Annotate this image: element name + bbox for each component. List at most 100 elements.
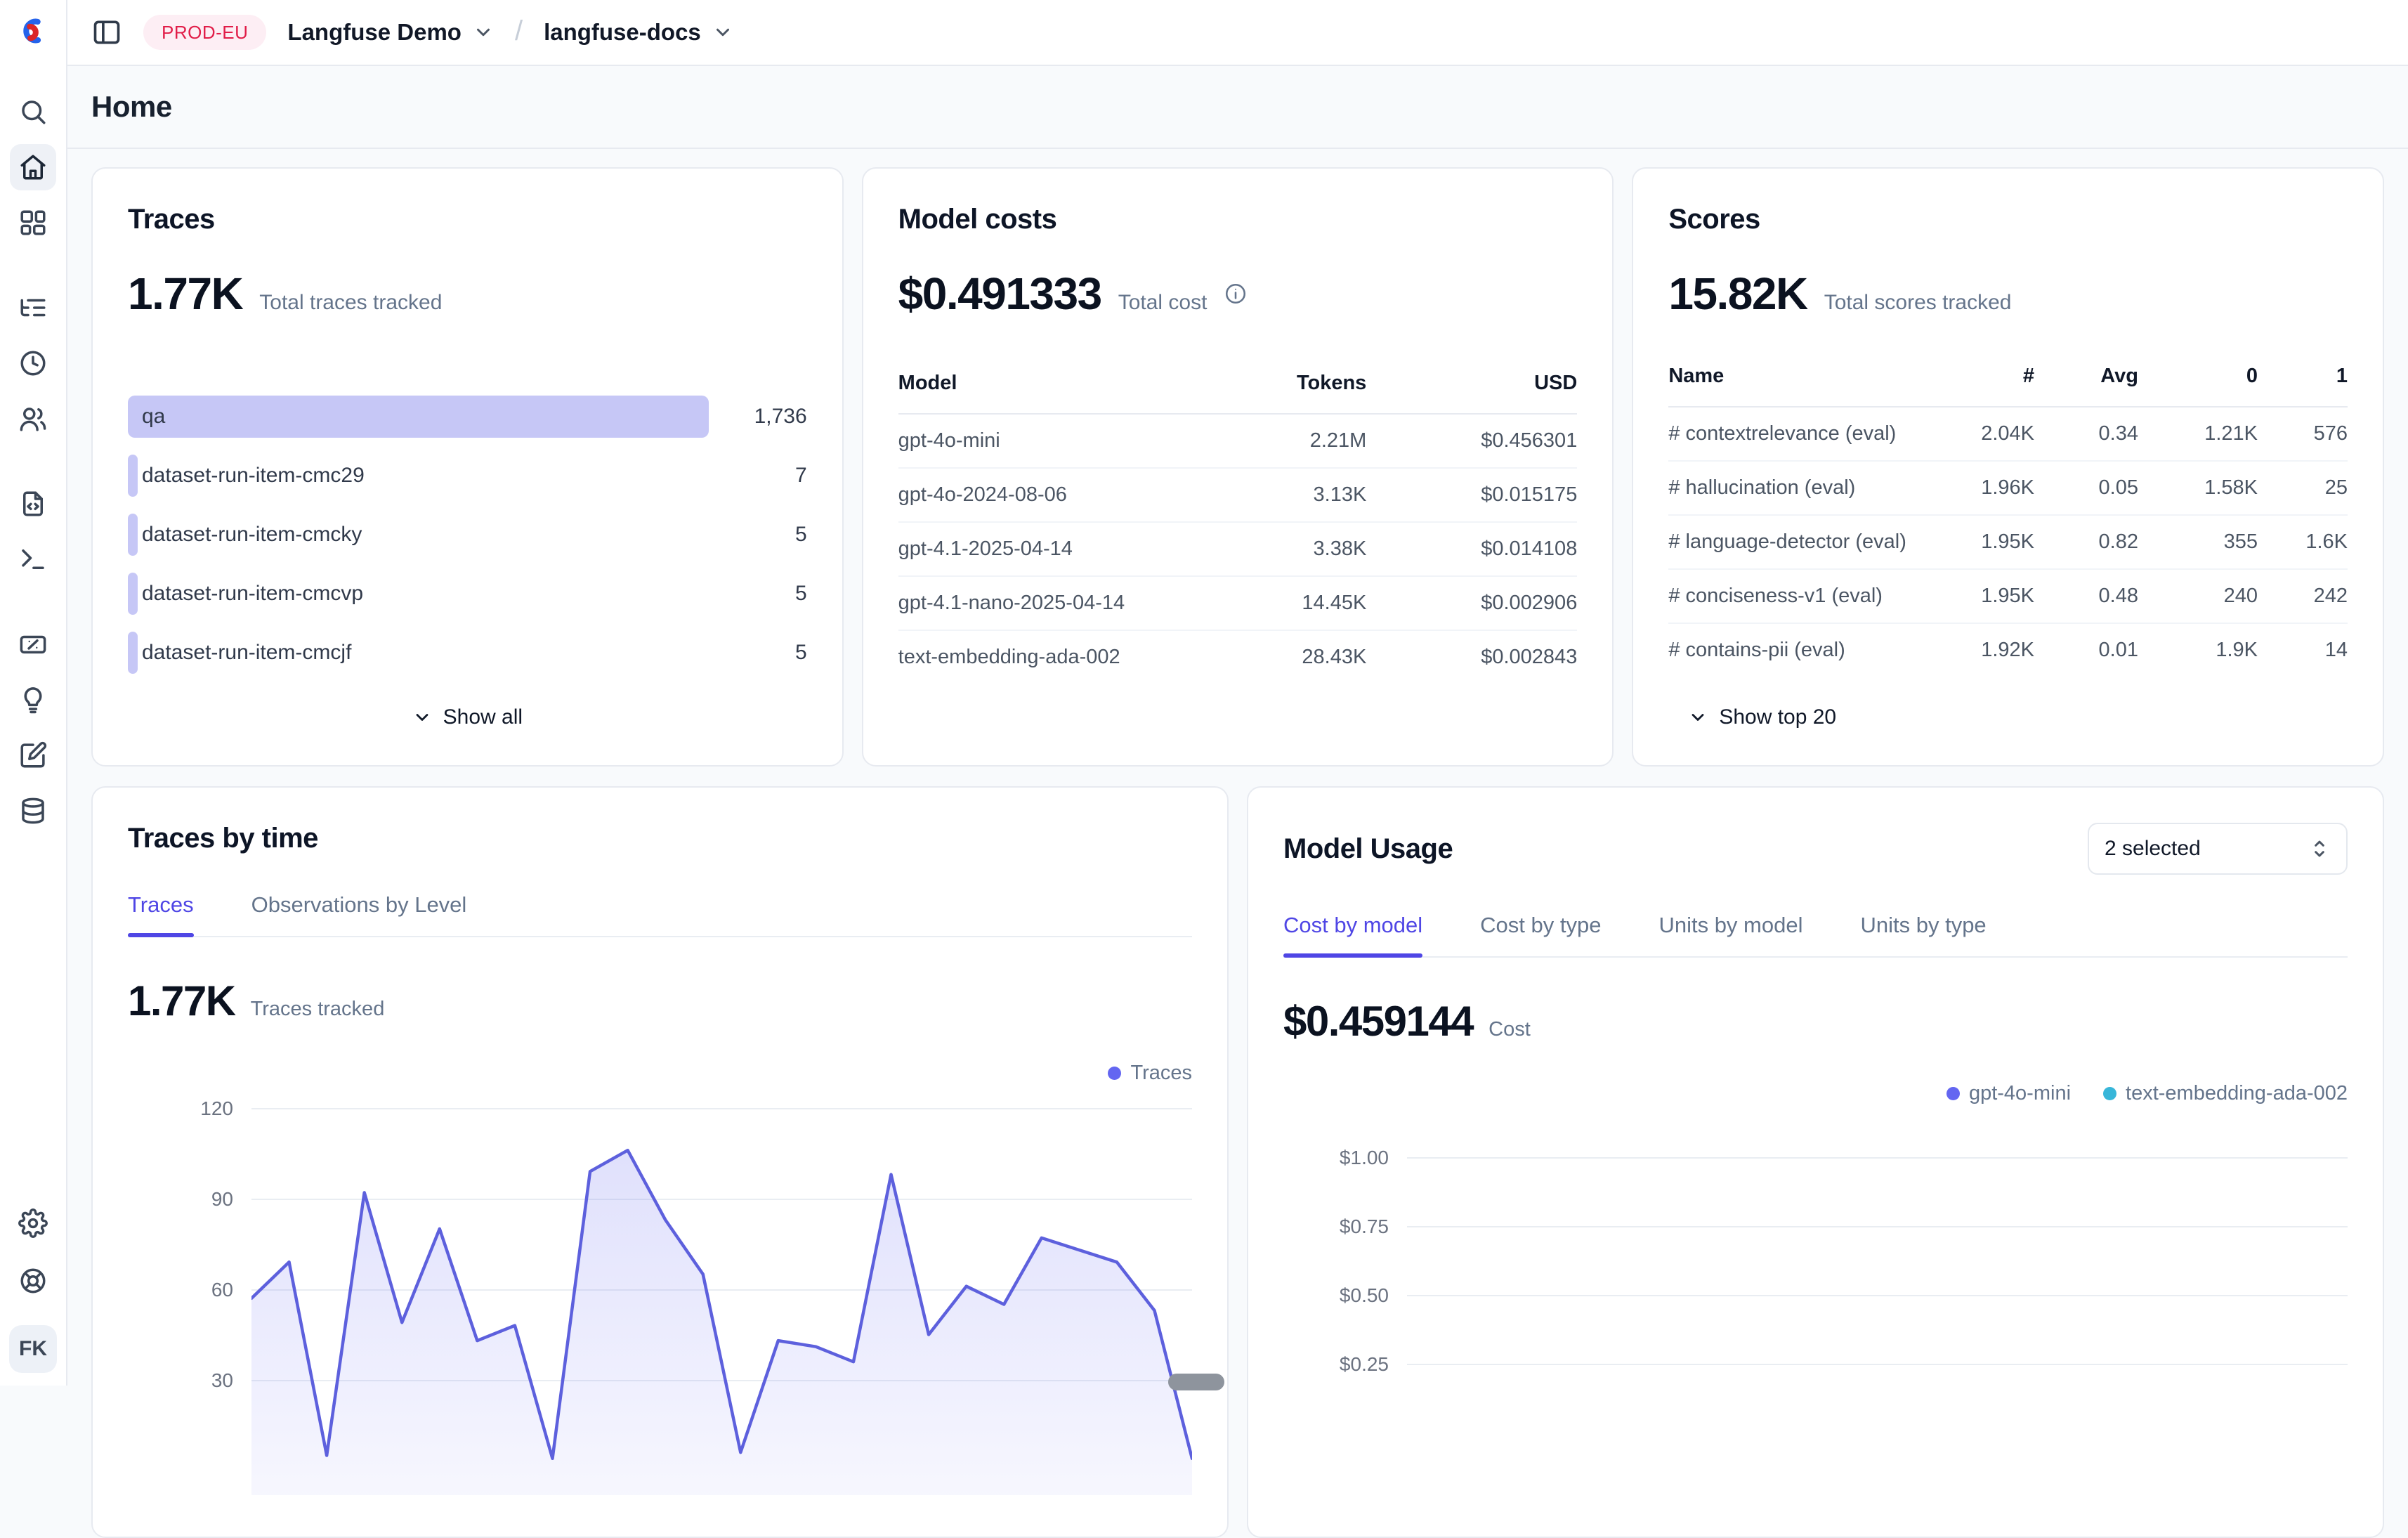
show-top-20-button[interactable]: Show top 20	[1668, 705, 2348, 730]
avatar[interactable]: FK	[9, 1325, 57, 1373]
tab-observations-by-level[interactable]: Observations by Level	[251, 892, 467, 936]
sidebar-item-dashboards[interactable]	[10, 200, 56, 246]
legend-item[interactable]: gpt-4o-mini	[1946, 1082, 2071, 1105]
score-cell: 14	[2258, 639, 2348, 662]
trace-bar	[128, 396, 709, 438]
model-usage-card: Model Usage 2 selected Cost by model Cost…	[1247, 786, 2384, 1538]
score-row[interactable]: # contextrelevance (eval)2.04K0.341.21K5…	[1668, 408, 2348, 462]
legend-item[interactable]: Traces	[1108, 1062, 1192, 1085]
y-axis-tick-label: 120	[200, 1097, 233, 1120]
insights-icon	[18, 685, 48, 715]
sidebar-item-insights[interactable]	[10, 677, 56, 723]
score-cell: 0.48	[2034, 585, 2138, 608]
total-cost-value: $0.491333	[898, 268, 1101, 320]
trace-bar-row[interactable]: dataset-run-item-cmcjf 5	[128, 632, 807, 674]
project-switcher[interactable]: langfuse-docs	[544, 19, 733, 46]
legend-item[interactable]: text-embedding-ada-002	[2103, 1082, 2348, 1105]
model-selector-dropdown[interactable]: 2 selected	[2088, 823, 2348, 875]
sidebar-item-users[interactable]	[10, 396, 56, 442]
sidebar-item-prompts[interactable]	[10, 481, 56, 527]
model-cost-cell: $0.014108	[1366, 537, 1577, 561]
score-cell: # contextrelevance (eval)	[1668, 422, 1929, 445]
trace-bar-row[interactable]: dataset-run-item-cmcvp 5	[128, 573, 807, 615]
model-cost-row[interactable]: text-embedding-ada-00228.43K$0.002843	[898, 631, 1578, 684]
chevrons-up-down-icon	[2308, 838, 2331, 860]
trace-bar-row[interactable]: qa 1,736	[128, 396, 807, 438]
traces-series	[251, 1102, 1192, 1495]
traces-total-value: 1.77K	[128, 268, 242, 320]
model-cost-column-header: Tokens	[1141, 372, 1366, 395]
show-all-button[interactable]: Show all	[128, 705, 807, 730]
tab-traces[interactable]: Traces	[128, 892, 194, 936]
search-icon	[18, 97, 48, 126]
score-cell: 1.6K	[2258, 530, 2348, 554]
score-cell: 242	[2258, 585, 2348, 608]
info-icon[interactable]	[1224, 282, 1248, 306]
model-costs-title: Model costs	[898, 204, 1578, 235]
model-cost-row[interactable]: gpt-4.1-2025-04-143.38K$0.014108	[898, 523, 1578, 577]
model-cost-cell: 28.43K	[1141, 646, 1366, 669]
score-row[interactable]: # language-detector (eval)1.95K0.823551.…	[1668, 516, 2348, 570]
trace-name: dataset-run-item-cmcky	[142, 523, 362, 547]
sidebar-item-settings[interactable]	[10, 1200, 56, 1246]
main-area: PROD-EU Langfuse Demo / langfuse-docs Ho…	[67, 0, 2408, 1386]
score-row[interactable]: # contains-pii (eval)1.92K0.011.9K14	[1668, 624, 2348, 677]
score-cell: 240	[2138, 585, 2258, 608]
model-cost-row[interactable]: gpt-4o-2024-08-063.13K$0.015175	[898, 469, 1578, 523]
sidebar-item-evaluation[interactable]	[10, 621, 56, 667]
org-switcher[interactable]: Langfuse Demo	[287, 19, 494, 46]
topbar: PROD-EU Langfuse Demo / langfuse-docs	[67, 0, 2408, 66]
score-cell: 1.92K	[1929, 639, 2034, 662]
sidebar-toggle-button[interactable]	[91, 17, 122, 48]
chevron-down-icon	[1688, 708, 1708, 727]
trace-count: 1,736	[754, 405, 807, 429]
trace-count: 7	[795, 464, 807, 488]
sidebar-item-playground[interactable]	[10, 536, 56, 582]
model-cost-cell: 2.21M	[1141, 429, 1366, 452]
kpi-row: Traces 1.77K Total traces tracked qa 1,7…	[91, 167, 2384, 767]
gridline	[1407, 1226, 2348, 1227]
sidebar: FK	[0, 0, 67, 1386]
model-usage-title: Model Usage	[1283, 833, 1453, 865]
page-title: Home	[91, 90, 172, 124]
sidebar-item-datasets[interactable]	[10, 788, 56, 834]
y-axis-labels: $1.00$0.75$0.50$0.25	[1283, 1136, 1389, 1501]
traces-chart-legend: Traces	[128, 1062, 1192, 1085]
legend-dot-icon	[1946, 1087, 1960, 1100]
sidebar-item-support[interactable]	[10, 1258, 56, 1304]
model-cost-row[interactable]: gpt-4o-mini2.21M$0.456301	[898, 415, 1578, 469]
tab-cost-by-model[interactable]: Cost by model	[1283, 913, 1422, 956]
score-cell: 576	[2258, 422, 2348, 445]
horizontal-scrollbar-thumb[interactable]	[1168, 1374, 1224, 1390]
trace-bar-row[interactable]: dataset-run-item-cmc29 7	[128, 455, 807, 497]
datasets-icon	[18, 796, 48, 826]
trace-count: 5	[795, 641, 807, 665]
tab-units-by-type[interactable]: Units by type	[1860, 913, 1986, 956]
tab-units-by-model[interactable]: Units by model	[1658, 913, 1802, 956]
trace-bar-row[interactable]: dataset-run-item-cmcky 5	[128, 514, 807, 556]
score-cell: # contains-pii (eval)	[1668, 639, 1929, 662]
trace-bar	[128, 514, 138, 556]
score-column-header: 1	[2258, 365, 2348, 388]
model-cost-cell: 3.38K	[1141, 537, 1366, 561]
sidebar-item-search[interactable]	[10, 89, 56, 135]
cost-value: $0.459144	[1283, 997, 1473, 1045]
panel-left-icon	[91, 17, 122, 48]
sidebar-item-sessions[interactable]	[10, 340, 56, 386]
langfuse-logo-icon[interactable]	[11, 8, 55, 53]
tab-cost-by-type[interactable]: Cost by type	[1480, 913, 1601, 956]
legend-label: gpt-4o-mini	[1969, 1082, 2071, 1105]
score-row[interactable]: # conciseness-v1 (eval)1.95K0.48240242	[1668, 570, 2348, 624]
model-cost-row[interactable]: gpt-4.1-nano-2025-04-1414.45K$0.002906	[898, 577, 1578, 631]
scores-title: Scores	[1668, 204, 2348, 235]
sidebar-item-home[interactable]	[10, 144, 56, 190]
home-icon	[18, 152, 48, 182]
sidebar-item-annotation[interactable]	[10, 732, 56, 778]
traces-card-title: Traces	[128, 204, 807, 235]
model-cost-column-header: USD	[1366, 372, 1577, 395]
scores-total-value: 15.82K	[1668, 268, 1807, 320]
score-cell: 1.96K	[1929, 476, 2034, 500]
sidebar-item-tracing[interactable]	[10, 285, 56, 331]
score-row[interactable]: # hallucination (eval)1.96K0.051.58K25	[1668, 462, 2348, 516]
traces-bar-list: qa 1,736 dataset-run-item-cmc29 7 datase…	[128, 396, 807, 674]
